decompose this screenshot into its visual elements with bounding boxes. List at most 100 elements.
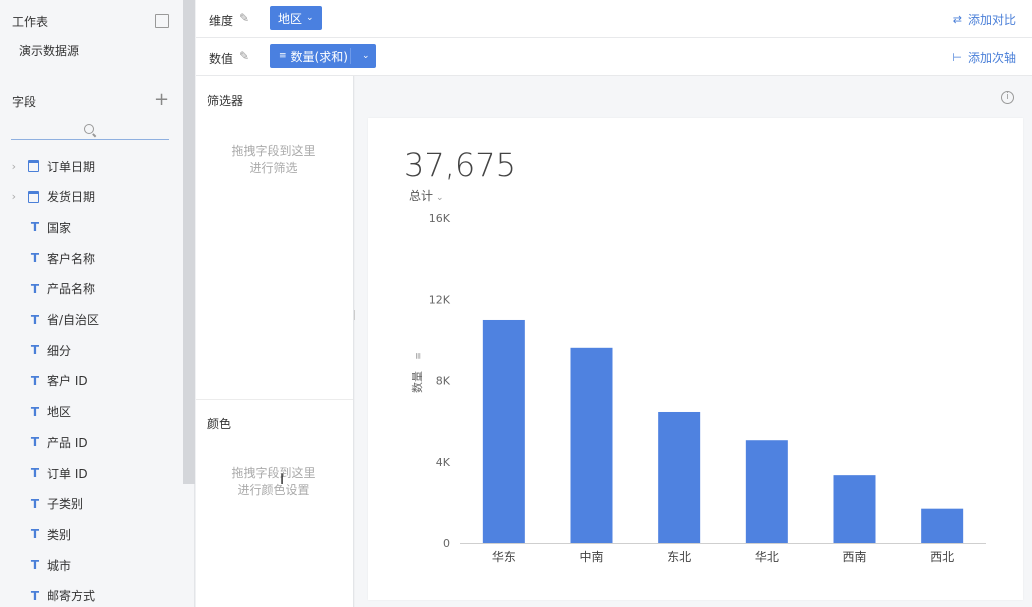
x-tick-label: 西南 xyxy=(842,549,866,564)
sort-icon: ≡ xyxy=(279,51,287,61)
edit-pencil-icon[interactable]: ✎ xyxy=(239,11,249,25)
text-type-icon: T xyxy=(30,404,40,419)
add-secondary-axis-button[interactable]: ⊢ 添加次轴 xyxy=(952,49,1016,66)
filter-hint-line-1: 拖拽字段到这里 xyxy=(231,144,316,158)
info-icon[interactable]: i xyxy=(1001,91,1014,104)
bar[interactable] xyxy=(482,319,525,543)
field-label: 邮寄方式 xyxy=(47,589,96,604)
text-type-icon: T xyxy=(30,496,40,511)
field-item[interactable]: T 城市 xyxy=(0,555,180,575)
datasource-name[interactable]: 演示数据源 xyxy=(19,42,79,59)
field-item[interactable]: T 产品名称 xyxy=(0,279,180,299)
field-label: 细分 xyxy=(47,343,72,358)
y-tick-label: 0 xyxy=(443,537,450,550)
dimension-label: 维度 xyxy=(209,14,234,28)
field-item[interactable]: T 客户 ID xyxy=(0,371,180,391)
bar[interactable] xyxy=(570,347,613,543)
chart-area: i 0 4K 8K 12K 16K 数量 ≡ 华东 中南 东北 华北 西南 西北 37,675 总计 ⌄ xyxy=(355,76,1032,607)
chevron-down-icon[interactable]: ⌄ xyxy=(362,51,370,61)
y-tick-label: 4K xyxy=(436,456,451,469)
edit-pencil-icon[interactable]: ✎ xyxy=(239,49,249,63)
field-label: 订单日期 xyxy=(47,159,96,174)
chevron-down-icon: ⌄ xyxy=(306,13,314,23)
add-compare-button[interactable]: ⇄ 添加对比 xyxy=(953,11,1016,28)
field-item[interactable]: T 邮寄方式 xyxy=(0,586,180,606)
new-sheet-icon[interactable] xyxy=(155,14,169,28)
chart-card: 0 4K 8K 12K 16K 数量 ≡ 华东 中南 东北 华北 西南 西北 37,675 总计 ⌄ xyxy=(368,118,1023,600)
config-panel: 筛选器 拖拽字段到这里 进行筛选 颜色 拖拽字段到这里 进行颜色设置 xyxy=(196,76,354,607)
y-tick-label: 12K xyxy=(429,293,451,306)
bar-chart: 0 4K 8K 12K 16K 数量 ≡ 华东 中南 东北 华北 西南 西北 xyxy=(411,212,986,564)
field-label: 客户 ID xyxy=(47,374,88,389)
x-tick-label: 西北 xyxy=(930,550,954,564)
y-tick-label: 8K xyxy=(436,375,451,388)
field-label: 发货日期 xyxy=(47,190,96,205)
field-label: 城市 xyxy=(47,558,72,573)
total-value: 37,675 xyxy=(404,146,516,184)
add-secondary-axis-label: 添加次轴 xyxy=(967,51,1016,65)
search-icon[interactable] xyxy=(84,124,94,134)
field-label: 省/自治区 xyxy=(47,313,100,327)
text-type-icon: T xyxy=(30,588,40,603)
bar[interactable] xyxy=(658,411,701,543)
text-type-icon: T xyxy=(30,220,40,235)
filter-hint-line-2: 进行筛选 xyxy=(249,161,298,175)
field-item[interactable]: T 类别 xyxy=(0,524,180,544)
text-type-icon: T xyxy=(30,251,40,266)
dimension-shelf: 维度 ✎ 地区 ⌄ ⇄ 添加对比 xyxy=(196,0,1032,38)
chevron-right-icon[interactable]: › xyxy=(0,160,16,173)
x-tick-label: 华东 xyxy=(492,550,516,564)
text-type-icon: T xyxy=(30,435,40,450)
axis-sort-icon[interactable]: ≡ xyxy=(414,352,424,360)
field-search-input[interactable] xyxy=(11,139,169,140)
field-item[interactable]: T 地区 xyxy=(0,402,180,422)
calendar-icon xyxy=(28,190,39,203)
field-item[interactable]: › 发货日期 xyxy=(0,187,180,207)
color-title: 颜色 xyxy=(207,417,232,431)
x-tick-label: 东北 xyxy=(667,550,691,564)
field-item[interactable]: T 订单 ID xyxy=(0,463,180,483)
field-item[interactable]: T 细分 xyxy=(0,340,180,360)
bar[interactable] xyxy=(833,475,876,543)
chevron-down-icon: ⌄ xyxy=(436,193,444,203)
total-dropdown[interactable]: 总计 ⌄ xyxy=(409,187,444,204)
total-label: 总计 xyxy=(409,189,434,203)
text-type-icon: T xyxy=(30,466,40,480)
axis-icon: ⊢ xyxy=(952,51,962,64)
text-cursor-icon: I xyxy=(280,472,285,488)
filter-drop-zone[interactable]: 拖拽字段到这里 进行筛选 xyxy=(196,143,351,177)
measure-shelf: 数值 ✎ ≡ 数量(求和) ⌄ ⊢ 添加次轴 xyxy=(196,38,1032,76)
color-hint-line-2: 进行颜色设置 xyxy=(237,483,310,497)
x-tick-label: 中南 xyxy=(579,549,603,564)
field-label: 子类别 xyxy=(47,497,84,512)
workbook-title: 工作表 xyxy=(12,15,49,29)
measure-chip[interactable]: ≡ 数量(求和) ⌄ xyxy=(270,44,376,68)
field-label: 客户名称 xyxy=(47,251,96,266)
calendar-icon xyxy=(28,160,39,172)
chevron-right-icon[interactable]: › xyxy=(0,190,16,203)
dimension-chip[interactable]: 地区 ⌄ xyxy=(270,6,322,30)
filter-title: 筛选器 xyxy=(207,94,244,108)
bar[interactable] xyxy=(921,508,964,543)
text-type-icon: T xyxy=(30,312,40,327)
color-hint-line-1: 拖拽字段到这里 xyxy=(231,466,316,480)
field-item[interactable]: › 订单日期 xyxy=(0,156,180,176)
text-type-icon: T xyxy=(30,343,40,358)
field-label: 类别 xyxy=(47,527,72,542)
field-item[interactable]: T 省/自治区 xyxy=(0,310,180,330)
sidebar-scrollbar[interactable] xyxy=(183,0,195,484)
field-item[interactable]: T 国家 xyxy=(0,217,180,237)
field-item[interactable]: T 产品 ID xyxy=(0,432,180,452)
y-tick-label: 16K xyxy=(429,212,451,225)
field-label: 地区 xyxy=(47,405,72,420)
color-drop-zone[interactable]: 拖拽字段到这里 进行颜色设置 xyxy=(196,465,351,499)
field-label: 订单 ID xyxy=(47,466,88,481)
add-compare-label: 添加对比 xyxy=(967,13,1016,27)
field-item[interactable]: T 客户名称 xyxy=(0,248,180,268)
add-field-icon[interactable]: + xyxy=(154,91,169,109)
bar[interactable] xyxy=(745,440,788,543)
text-type-icon: T xyxy=(30,373,40,388)
x-tick-label: 华北 xyxy=(755,550,779,564)
text-type-icon: T xyxy=(30,558,40,573)
field-item[interactable]: T 子类别 xyxy=(0,494,180,514)
